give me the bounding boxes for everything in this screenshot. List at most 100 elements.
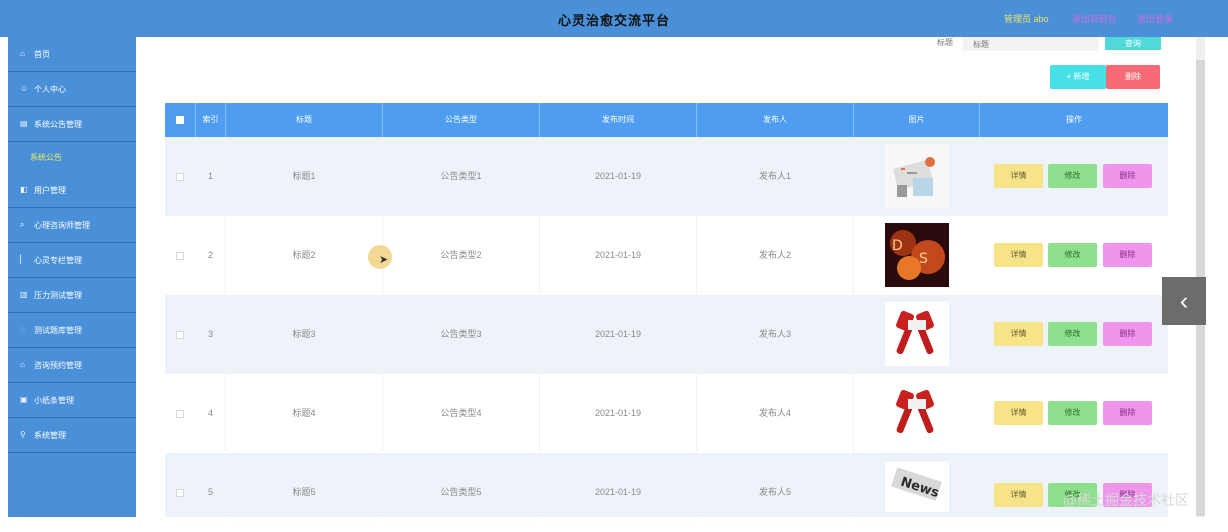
sidebar-item-column[interactable]: ▏ 心灵专栏管理 [8,243,136,278]
cell-publisher: 发布人4 [697,374,854,453]
cell-index: 5 [196,453,226,517]
sidebar-subitem-notice[interactable]: 系统公告 [30,152,62,163]
edit-button[interactable]: 修改 [1048,164,1097,188]
office-thumbnail [885,144,949,208]
cell-type: 公告类型1 [383,137,540,216]
cell-publisher: 发布人3 [697,295,854,374]
row-checkbox[interactable] [176,173,184,181]
user-icon: ☺ [20,84,29,93]
header-publisher[interactable]: 发布人 [697,103,854,137]
table-row: 1 标题1 公告类型1 2021-01-19 发布人1 详情 修改 删除 [165,137,1168,216]
sidebar: ⌂ 首页 ☺ 个人中心 ▤ 系统公告管理 系统公告 ◧ 用户管理 ⌕ 心理咨询师… [8,37,136,517]
delete-button[interactable]: 删除 [1103,401,1152,425]
header-time[interactable]: 发布时间 [540,103,697,137]
users-icon: ◧ [20,185,28,194]
row-checkbox[interactable] [176,252,184,260]
sidebar-item-system[interactable]: ⚲ 系统管理 [8,418,136,453]
consult-icon: ⌕ [20,220,25,229]
column-icon: ▏ [20,255,27,264]
logout-link[interactable]: 退出登录 [1137,12,1173,25]
delete-button[interactable]: 删除 [1103,164,1152,188]
header-actions: 操作 [1066,115,1082,124]
top-bar: 心灵治愈交流平台 管理员 abo 退出到前台 退出登录 [0,0,1228,37]
cell-type: 公告类型2 [383,216,540,295]
cell-time: 2021-01-19 [540,216,697,295]
edit-button[interactable]: 修改 [1048,322,1097,346]
table-row: 5 标题5 公告类型5 2021-01-19 发布人5 News 详情 修改 删… [165,453,1168,517]
home-icon: ⌂ [20,49,25,58]
table-row: 2 标题2 公告类型2 2021-01-19 发布人2 D S 详情 修改 删除 [165,216,1168,295]
header-title[interactable]: 标题 [226,103,383,137]
cursor-arrow-icon: ➤ [379,254,389,266]
sidebar-item-label: 首页 [34,50,50,59]
row-checkbox[interactable] [176,489,184,497]
quiz-icon: ◌ [20,325,25,334]
cell-time: 2021-01-19 [540,453,697,517]
sidebar-item-label: 系统管理 [34,431,66,440]
microphone-thumbnail [885,302,949,366]
detail-button[interactable]: 详情 [994,164,1043,188]
sidebar-item-note[interactable]: ▣ 小纸条管理 [8,383,136,418]
cell-index: 3 [196,295,226,374]
search-input[interactable] [963,37,1099,51]
sidebar-item-label: 系统公告管理 [34,120,82,129]
header-image[interactable]: 图片 [854,103,980,137]
collapse-drawer-button[interactable]: ‹ [1162,277,1206,325]
row-checkbox[interactable] [176,331,184,339]
cell-publisher: 发布人2 [697,216,854,295]
header-index[interactable]: 索引 [196,103,226,137]
sidebar-item-pressure-test[interactable]: ▥ 压力测试管理 [8,278,136,313]
back-to-front-link[interactable]: 退出到前台 [1072,12,1117,25]
detail-button[interactable]: 详情 [994,483,1043,507]
cell-title: 标题1 [226,137,383,216]
sidebar-item-consultant[interactable]: ⌕ 心理咨询师管理 [8,208,136,243]
cell-type: 公告类型3 [383,295,540,374]
notice-icon: ▤ [20,119,28,128]
cell-title: 标题3 [226,295,383,374]
sidebar-item-label: 测试题库管理 [34,326,82,335]
cell-title: 标题2 [226,216,383,295]
sidebar-item-appointment[interactable]: ⌂ 咨询预约管理 [8,348,136,383]
edit-button[interactable]: 修改 [1048,401,1097,425]
note-icon: ▣ [20,395,28,404]
sidebar-item-question-bank[interactable]: ◌ 测试题库管理 [8,313,136,348]
sidebar-item-notice-management[interactable]: ▤ 系统公告管理 [8,107,136,142]
sidebar-item-home[interactable]: ⌂ 首页 [8,37,136,72]
sidebar-item-user-management[interactable]: ◧ 用户管理 [8,173,136,208]
microphone-thumbnail [885,381,949,445]
fire-letters-thumbnail: D S [885,223,949,287]
test-icon: ▥ [20,290,28,299]
edit-button[interactable]: 修改 [1048,243,1097,267]
sidebar-item-label: 用户管理 [34,186,66,195]
row-checkbox[interactable] [176,410,184,418]
select-all-header[interactable] [165,103,196,137]
settings-icon: ⚲ [20,430,26,439]
search-button[interactable]: 查询 [1105,37,1161,50]
cell-title: 标题4 [226,374,383,453]
detail-button[interactable]: 详情 [994,243,1043,267]
search-label: 标题 [937,38,953,47]
svg-text:D: D [892,238,903,254]
batch-delete-button[interactable]: 删除 [1106,65,1160,89]
svg-text:S: S [919,251,928,267]
detail-button[interactable]: 详情 [994,401,1043,425]
cell-publisher: 发布人5 [697,453,854,517]
table-row: 4 标题4 公告类型4 2021-01-19 发布人4 详情 修改 删除 [165,374,1168,453]
calendar-icon: ⌂ [20,360,25,369]
delete-button[interactable]: 删除 [1103,243,1152,267]
add-button[interactable]: + 新增 [1050,65,1106,89]
header-type[interactable]: 公告类型 [383,103,540,137]
cell-time: 2021-01-19 [540,295,697,374]
sidebar-item-label: 咨询预约管理 [34,361,82,370]
cell-type: 公告类型5 [383,453,540,517]
sidebar-item-label: 心理咨询师管理 [34,221,90,230]
admin-label: 管理员 abo [1004,14,1049,24]
cell-index: 4 [196,374,226,453]
table-header: 索引 标题 公告类型 发布时间 发布人 图片 操作 [165,103,1168,137]
detail-button[interactable]: 详情 [994,322,1043,346]
delete-button[interactable]: 删除 [1103,322,1152,346]
sidebar-item-profile[interactable]: ☺ 个人中心 [8,72,136,107]
cell-type: 公告类型4 [383,374,540,453]
news-thumbnail: News [885,462,949,512]
sidebar-item-label: 心灵专栏管理 [34,256,82,265]
